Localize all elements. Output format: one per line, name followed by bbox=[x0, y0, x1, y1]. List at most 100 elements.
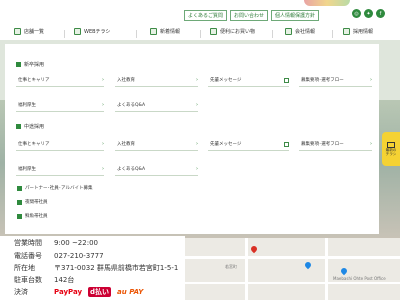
nav-divider bbox=[332, 30, 333, 38]
section-new-grad[interactable]: 新卒採用 bbox=[16, 61, 44, 68]
menu-item-label: 仕事とキャリア bbox=[18, 142, 50, 147]
submenu-icon bbox=[284, 141, 289, 147]
map-road bbox=[325, 238, 328, 300]
chevron-right-icon: › bbox=[370, 77, 372, 83]
info-value: 〒371-0032 群馬県前橋市若宮町1-5-1 bbox=[54, 264, 179, 272]
nav-divider bbox=[200, 30, 201, 38]
flyer-tab-line2: チラシ bbox=[385, 151, 397, 156]
menu-item-label: 福利厚生 bbox=[18, 167, 36, 172]
chevron-right-icon: › bbox=[196, 102, 198, 108]
chevron-right-icon: › bbox=[102, 102, 104, 108]
building-icon bbox=[285, 28, 292, 35]
menu-link-label: 鮮魚帯社員 bbox=[25, 214, 48, 219]
person-icon bbox=[343, 28, 350, 35]
menu-item-label: 先輩メッセージ bbox=[210, 142, 242, 147]
chevron-right-icon: › bbox=[196, 141, 198, 147]
chevron-right-icon: › bbox=[196, 166, 198, 172]
bullet-icon bbox=[17, 199, 22, 205]
bullet-icon bbox=[16, 62, 21, 67]
chevron-right-icon: › bbox=[102, 166, 104, 172]
recruit-dropdown-menu: 新卒採用 仕事とキャリア › 入社教育 › 先輩メッセージ 募集要項･選考フロー › … bbox=[5, 44, 379, 234]
submenu-icon bbox=[284, 77, 289, 83]
menu-item-training[interactable]: 入社教育 › bbox=[115, 138, 198, 151]
info-key: 駐車台数 bbox=[14, 276, 42, 284]
menu-item-faq[interactable]: よくあるQ&A › bbox=[115, 99, 198, 112]
info-value[interactable]: 027-210-3777 bbox=[54, 252, 104, 260]
map-label: Maebashi Ohte Post Office bbox=[333, 276, 386, 281]
info-row-hours: 営業時間 9:00 ~22:00 bbox=[14, 238, 98, 248]
menu-item-training[interactable]: 入社教育 › bbox=[115, 74, 198, 87]
nav-divider bbox=[136, 30, 137, 38]
faq-link[interactable]: よくあるご質問 bbox=[184, 10, 228, 21]
payment-logos: PayPay d払い au PAY bbox=[54, 287, 143, 297]
site-header: よくあるご質問 お問い合わせ 個人情報保護方針 ◎ ✦ f bbox=[0, 0, 400, 26]
latest-flyer-tab[interactable]: 最新の チラシ bbox=[382, 132, 400, 166]
menu-item-label: よくあるQ&A bbox=[117, 167, 146, 172]
menu-item-label: 募集要項･選考フロー bbox=[301, 142, 344, 147]
nav-shopping[interactable]: 便利にお買い物 bbox=[210, 28, 255, 35]
chevron-right-icon: › bbox=[102, 77, 104, 83]
nav-stores[interactable]: 店舗一覧 bbox=[14, 28, 44, 35]
nav-label: 新着情報 bbox=[160, 29, 181, 35]
store-map[interactable]: Maebashi Ohte Post Office 若宮町 bbox=[185, 238, 400, 300]
brand-arc bbox=[304, 0, 350, 6]
menu-item-label: 仕事とキャリア bbox=[18, 78, 50, 83]
nav-label: 採用情報 bbox=[353, 29, 374, 35]
map-road bbox=[185, 282, 400, 284]
facebook-icon[interactable]: f bbox=[376, 9, 385, 18]
cart-icon bbox=[210, 28, 217, 35]
store-icon bbox=[14, 28, 21, 35]
info-key: 所在地 bbox=[14, 264, 35, 272]
nav-divider bbox=[64, 30, 65, 38]
instagram-icon[interactable]: ◎ bbox=[352, 9, 361, 18]
menu-item-senior-message[interactable]: 先輩メッセージ bbox=[208, 138, 289, 151]
menu-item-senior-message[interactable]: 先輩メッセージ bbox=[208, 74, 289, 87]
map-pin[interactable] bbox=[303, 260, 313, 270]
map-pin[interactable] bbox=[339, 266, 349, 276]
section-title: 中途採用 bbox=[24, 124, 45, 130]
nav-company[interactable]: 会社情報 bbox=[285, 28, 315, 35]
map-pin[interactable] bbox=[249, 244, 259, 254]
menu-item-requirements[interactable]: 募集要項･選考フロー › bbox=[299, 74, 372, 87]
menu-item-label: よくあるQ&A bbox=[117, 103, 146, 108]
menu-item-benefits[interactable]: 福利厚生 › bbox=[16, 163, 104, 176]
contact-link[interactable]: お問い合わせ bbox=[230, 10, 269, 21]
nav-label: WEBチラシ bbox=[84, 29, 111, 35]
menu-item-requirements[interactable]: 募集要項･選考フロー › bbox=[299, 138, 372, 151]
chevron-right-icon: › bbox=[102, 141, 104, 147]
menu-link-label: 夜間帯社員 bbox=[25, 200, 48, 205]
menu-item-label: 入社教育 bbox=[117, 142, 135, 147]
menu-item-benefits[interactable]: 福利厚生 › bbox=[16, 99, 104, 112]
section-title: 新卒採用 bbox=[24, 62, 45, 68]
nav-recruit[interactable]: 採用情報 bbox=[343, 28, 373, 35]
nav-divider bbox=[272, 30, 273, 38]
info-row-address: 所在地 〒371-0032 群馬県前橋市若宮町1-5-1 bbox=[14, 263, 178, 273]
menu-link-fish-staff[interactable]: 鮮魚帯社員 bbox=[17, 213, 48, 219]
nav-flyer[interactable]: WEBチラシ bbox=[74, 28, 110, 35]
menu-link-night-staff[interactable]: 夜間帯社員 bbox=[17, 199, 48, 205]
paypay-logo: PayPay bbox=[54, 288, 83, 296]
flyer-icon bbox=[387, 141, 395, 148]
menu-item-career[interactable]: 仕事とキャリア › bbox=[16, 74, 104, 87]
nav-label: 便利にお買い物 bbox=[220, 29, 256, 35]
menu-item-faq[interactable]: よくあるQ&A › bbox=[115, 163, 198, 176]
info-key: 決済 bbox=[14, 288, 28, 296]
store-info-panel: 営業時間 9:00 ~22:00 電話番号 027-210-3777 所在地 〒… bbox=[0, 236, 185, 300]
info-key: 営業時間 bbox=[14, 239, 42, 247]
aupay-logo: au PAY bbox=[117, 288, 144, 296]
section-mid-career[interactable]: 中途採用 bbox=[16, 123, 44, 130]
menu-item-label: 先輩メッセージ bbox=[210, 78, 242, 83]
info-row-parking: 駐車台数 142台 bbox=[14, 275, 74, 285]
privacy-link[interactable]: 個人情報保護方針 bbox=[271, 10, 320, 21]
flyer-icon bbox=[74, 28, 81, 35]
chevron-right-icon: › bbox=[196, 77, 198, 83]
menu-item-label: 福利厚生 bbox=[18, 103, 36, 108]
menu-item-career[interactable]: 仕事とキャリア › bbox=[16, 138, 104, 151]
twitter-icon[interactable]: ✦ bbox=[364, 9, 373, 18]
news-icon bbox=[150, 28, 157, 35]
nav-news[interactable]: 新着情報 bbox=[150, 28, 180, 35]
map-road bbox=[185, 256, 400, 259]
menu-link-part-time[interactable]: パートナー･社員･アルバイト募集 bbox=[17, 185, 92, 191]
info-value: 9:00 ~22:00 bbox=[54, 239, 98, 247]
utility-links: よくあるご質問 お問い合わせ 個人情報保護方針 bbox=[184, 10, 320, 21]
